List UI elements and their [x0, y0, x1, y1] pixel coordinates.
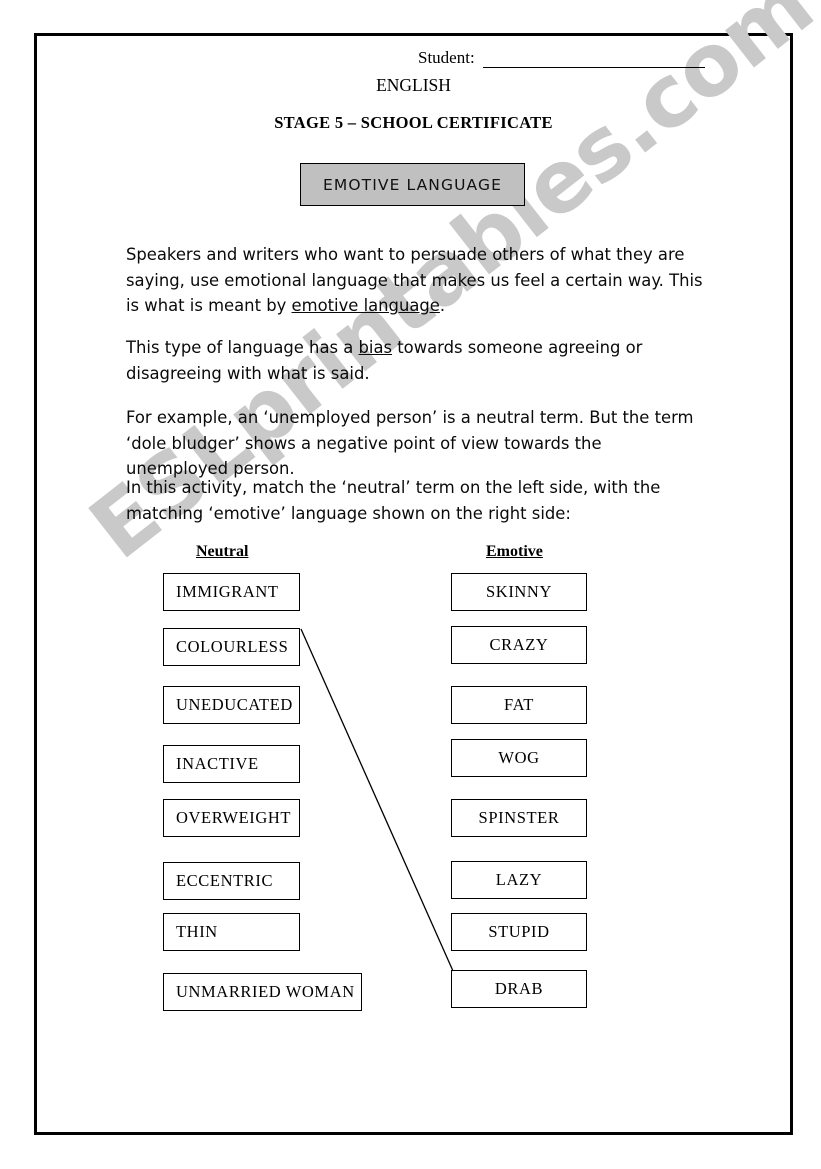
emotive-term-box[interactable]: WOG	[451, 739, 587, 777]
instructions-paragraph: In this activity, match the ‘neutral’ te…	[126, 478, 661, 523]
intro-text-part-2: .	[439, 296, 446, 315]
neutral-term-box[interactable]: INACTIVE	[163, 745, 300, 783]
emotive-term-box[interactable]: SKINNY	[451, 573, 587, 611]
student-name-input[interactable]	[482, 52, 705, 68]
emotive-language-term: emotive language	[291, 296, 440, 315]
match-line-colourless-to-drab	[300, 628, 454, 972]
lesson-title-box: EMOTIVE LANGUAGE	[300, 163, 525, 206]
neutral-term-label: IMMIGRANT	[176, 582, 279, 601]
neutral-term-box[interactable]: UNEDUCATED	[163, 686, 300, 724]
emotive-term-label: DRAB	[494, 979, 544, 998]
intro-paragraph: Speakers and writers who want to persuad…	[126, 242, 704, 319]
emotive-term-box[interactable]: FAT	[451, 686, 587, 724]
neutral-term-label: OVERWEIGHT	[176, 808, 292, 827]
neutral-term-label: COLOURLESS	[176, 637, 289, 656]
emotive-term-box[interactable]: STUPID	[451, 913, 587, 951]
stage-title: STAGE 5 – SCHOOL CERTIFICATE	[274, 113, 553, 132]
emotive-term-label: SKINNY	[486, 582, 552, 601]
neutral-term-box[interactable]: THIN	[163, 913, 300, 951]
emotive-term-label: SPINSTER	[478, 808, 560, 827]
bias-text-part-1: This type of language has a	[126, 338, 359, 357]
student-label: Student:	[418, 48, 475, 67]
neutral-term-label: UNMARRIED WOMAN	[176, 982, 355, 1001]
emotive-term-label: STUPID	[488, 922, 550, 941]
emotive-term-box[interactable]: DRAB	[451, 970, 587, 1008]
emotive-term-label: WOG	[498, 748, 540, 767]
emotive-term-label: CRAZY	[489, 635, 549, 654]
emotive-column-header: Emotive	[486, 543, 543, 560]
student-name-row: Student:	[418, 48, 705, 68]
neutral-term-box[interactable]: UNMARRIED WOMAN	[163, 973, 362, 1011]
emotive-term-box[interactable]: LAZY	[451, 861, 587, 899]
neutral-term-box[interactable]: ECCENTRIC	[163, 862, 300, 900]
emotive-term-box[interactable]: SPINSTER	[451, 799, 587, 837]
emotive-term-label: FAT	[504, 695, 534, 714]
emotive-term-box[interactable]: CRAZY	[451, 626, 587, 664]
subject-title: ENGLISH	[376, 75, 451, 95]
neutral-term-label: UNEDUCATED	[176, 695, 293, 714]
neutral-term-box[interactable]: COLOURLESS	[163, 628, 300, 666]
bias-paragraph: This type of language has a bias towards…	[126, 335, 704, 386]
neutral-term-box[interactable]: OVERWEIGHT	[163, 799, 300, 837]
neutral-term-label: ECCENTRIC	[176, 871, 274, 890]
bias-term: bias	[358, 338, 393, 357]
neutral-column-header: Neutral	[196, 543, 249, 560]
neutral-term-box[interactable]: IMMIGRANT	[163, 573, 300, 611]
neutral-term-label: INACTIVE	[176, 754, 259, 773]
emotive-term-label: LAZY	[495, 870, 543, 889]
neutral-term-label: THIN	[176, 922, 218, 941]
lesson-title-label: EMOTIVE LANGUAGE	[322, 175, 502, 194]
worksheet-content: Student: ENGLISH STAGE 5 – SCHOOL CERTIF…	[0, 0, 821, 1169]
example-paragraph: For example, an ‘unemployed person’ is a…	[126, 408, 694, 478]
